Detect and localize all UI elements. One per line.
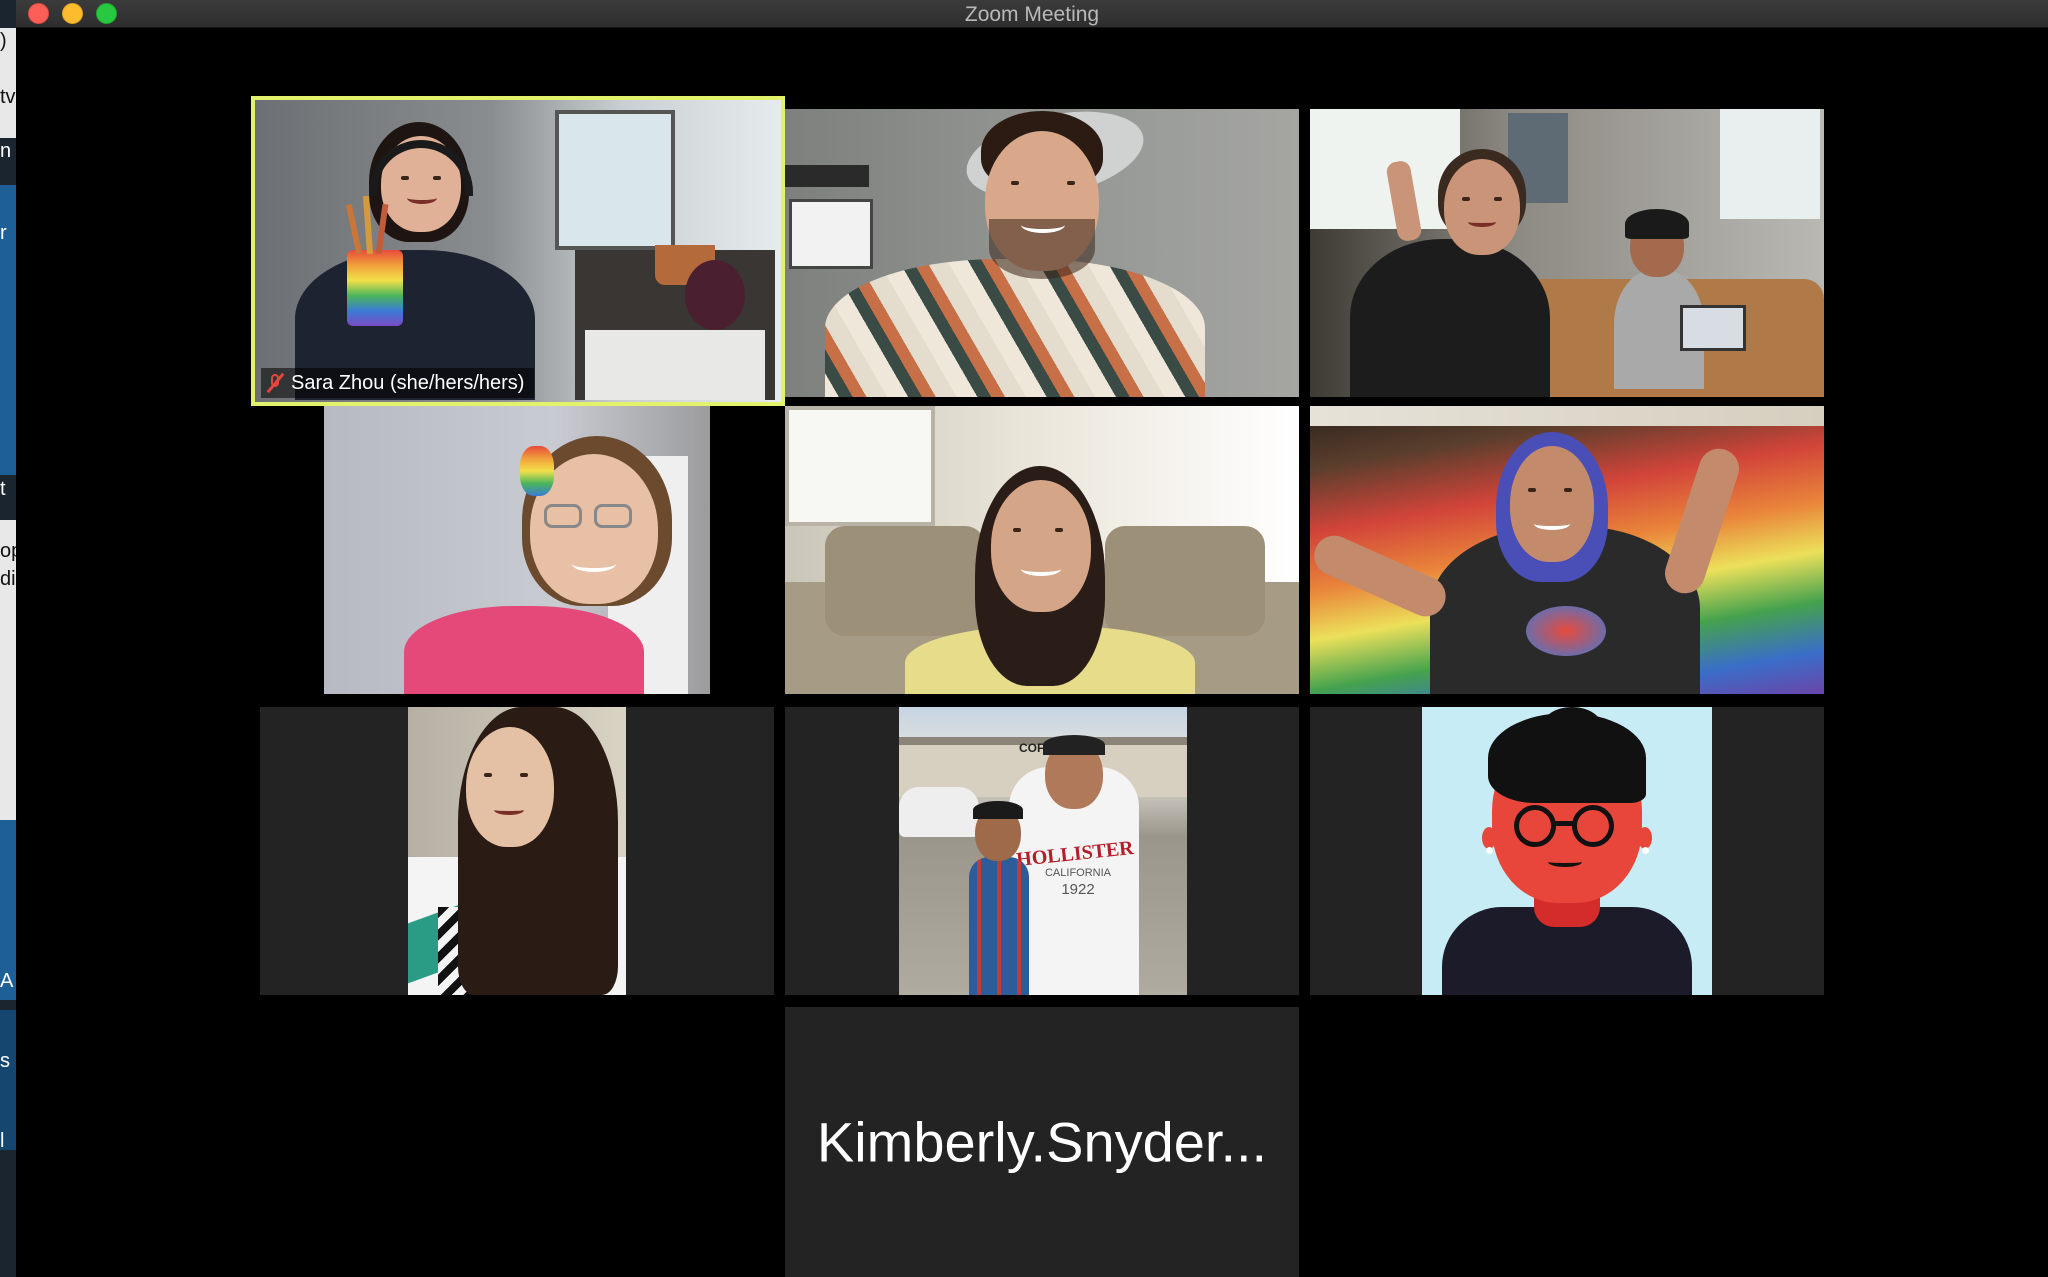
participant-profile-photo: COFFEE HOLLISTER CALIFORNIA 1922 xyxy=(899,707,1187,995)
participant-name-tag: Sara Zhou (she/hers/hers) xyxy=(261,368,535,398)
background-text: s xyxy=(0,1050,10,1072)
background-text: n xyxy=(0,140,12,162)
participant-tile[interactable] xyxy=(785,406,1299,694)
participant-tile-active-speaker[interactable]: Sara Zhou (she/hers/hers) xyxy=(251,96,785,406)
background-text: ) xyxy=(0,30,7,52)
participant-tile[interactable] xyxy=(1310,406,1824,694)
participant-tile[interactable] xyxy=(1310,109,1824,397)
participant-display-name: Kimberly.Snyder... xyxy=(816,1110,1268,1174)
participant-tile[interactable] xyxy=(785,109,1299,397)
shirt-text: CALIFORNIA xyxy=(1044,867,1111,879)
participant-tile[interactable] xyxy=(260,707,774,995)
participant-name: Sara Zhou (she/hers/hers) xyxy=(291,371,525,394)
participant-tile-video-off[interactable]: Kimberly.Snyder... xyxy=(785,1007,1299,1277)
zoom-meeting-window: Sara Zhou (she/hers/hers) HOLLISTER CALI… xyxy=(16,28,2048,1277)
muted-microphone-icon xyxy=(266,372,285,394)
window-title: Zoom Meeting xyxy=(964,3,1100,26)
participant-profile-photo xyxy=(408,707,626,995)
background-text: l xyxy=(0,1130,5,1152)
background-text: A xyxy=(0,970,14,992)
background-text: tv xyxy=(0,86,16,108)
participant-tile[interactable] xyxy=(324,406,710,694)
background-text: di xyxy=(0,568,16,590)
participant-tile[interactable]: COFFEE HOLLISTER CALIFORNIA 1922 xyxy=(785,707,1299,995)
background-text: r xyxy=(0,222,7,244)
background-text: t xyxy=(0,478,6,500)
background-window-edge[interactable]: ) tv n r t op di A s l xyxy=(0,0,16,1277)
participant-tile[interactable] xyxy=(1310,707,1824,995)
participant-avatar-illustration xyxy=(1422,707,1712,995)
background-text: op xyxy=(0,540,16,562)
shirt-text: 1922 xyxy=(1061,881,1095,898)
window-title-bar[interactable]: Zoom Meeting xyxy=(16,0,2048,28)
